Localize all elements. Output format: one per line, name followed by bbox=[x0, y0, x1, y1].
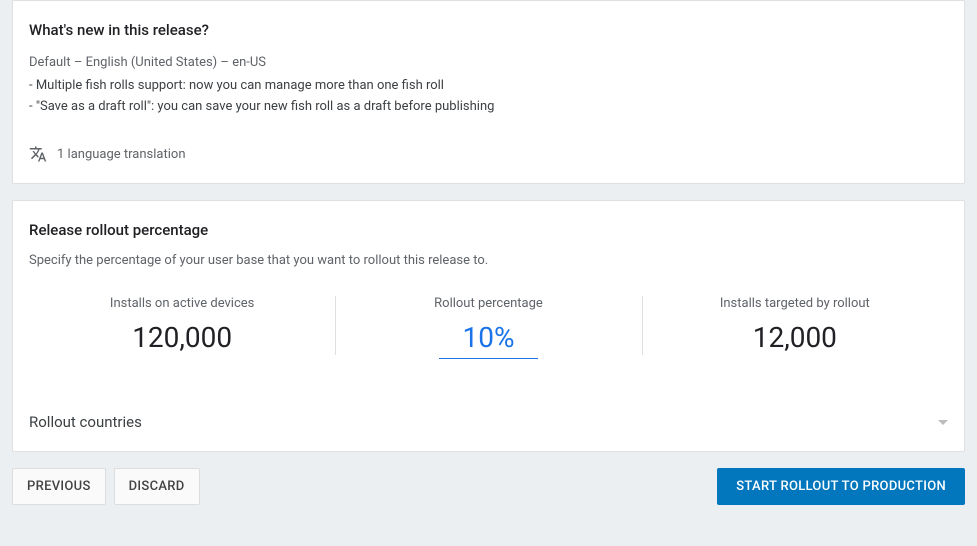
stat-label: Installs targeted by rollout bbox=[642, 296, 948, 311]
rollout-countries-label: Rollout countries bbox=[29, 413, 142, 431]
stat-value: 120,000 bbox=[29, 321, 335, 354]
rollout-percentage-input[interactable]: 10% bbox=[439, 321, 539, 359]
rollout-stats: Installs on active devices 120,000 Rollo… bbox=[29, 296, 948, 359]
release-note-line: - Multiple fish rolls support: now you c… bbox=[29, 76, 948, 97]
rollout-card: Release rollout percentage Specify the p… bbox=[12, 200, 965, 452]
stat-value: 12,000 bbox=[642, 321, 948, 354]
stat-rollout-percentage: Rollout percentage 10% bbox=[335, 296, 641, 359]
whats-new-title: What's new in this release? bbox=[29, 21, 948, 39]
chevron-down-icon bbox=[938, 420, 948, 425]
translation-row[interactable]: 1 language translation bbox=[29, 145, 948, 163]
rollout-countries-expander[interactable]: Rollout countries bbox=[29, 409, 948, 431]
translation-count: 1 language translation bbox=[57, 147, 186, 162]
action-bar: Previous Discard Start rollout to produc… bbox=[12, 468, 965, 505]
rollout-desc: Specify the percentage of your user base… bbox=[29, 253, 948, 268]
release-note-line: - "Save as a draft roll": you can save y… bbox=[29, 97, 948, 118]
discard-button[interactable]: Discard bbox=[114, 468, 200, 505]
stat-targeted-installs: Installs targeted by rollout 12,000 bbox=[642, 296, 948, 359]
release-notes: - Multiple fish rolls support: now you c… bbox=[29, 76, 948, 118]
rollout-title: Release rollout percentage bbox=[29, 221, 948, 239]
whats-new-card: What's new in this release? Default – En… bbox=[12, 0, 965, 184]
previous-button[interactable]: Previous bbox=[12, 468, 106, 505]
default-language-line: Default – English (United States) – en-U… bbox=[29, 53, 948, 74]
start-rollout-button[interactable]: Start rollout to production bbox=[717, 468, 965, 505]
stat-label: Rollout percentage bbox=[335, 296, 641, 311]
stat-active-installs: Installs on active devices 120,000 bbox=[29, 296, 335, 359]
stat-label: Installs on active devices bbox=[29, 296, 335, 311]
translate-icon bbox=[29, 145, 47, 163]
